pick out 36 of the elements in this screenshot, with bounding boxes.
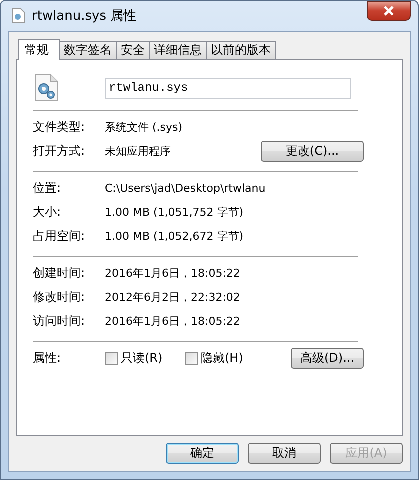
field-label: 属性:: [33, 350, 62, 366]
field-label: 占用空间:: [33, 228, 86, 244]
field-value: 1.00 MB (1,051,752 字节): [105, 204, 245, 220]
field-label: 大小:: [33, 204, 62, 220]
field-label: 位置:: [33, 180, 62, 196]
field-value: 2016年1月6日，18:05:22: [105, 266, 242, 280]
field-value: 1.00 MB (1,052,672 字节): [105, 228, 245, 244]
close-button[interactable]: [367, 1, 411, 21]
field-value: C:\Users\jad\Desktop\rtwlanu: [105, 182, 267, 194]
field-value: 系统文件 (.sys): [105, 120, 184, 134]
field-value: 未知应用程序: [105, 144, 172, 158]
field-label: 修改时间:: [33, 288, 86, 306]
dialog-button[interactable]: 确定: [166, 443, 239, 464]
tab[interactable]: 以前的版本: [206, 41, 276, 59]
checkbox-label: 只读(R): [121, 350, 163, 366]
settings-file-icon: [35, 74, 59, 102]
field-label: 创建时间:: [33, 264, 86, 282]
checkbox[interactable]: [185, 352, 198, 364]
tab[interactable]: 详细信息: [149, 41, 207, 59]
tab[interactable]: 数字签名: [59, 41, 117, 59]
change-button[interactable]: 更改(C)...: [261, 140, 364, 162]
tab[interactable]: 常规: [18, 39, 60, 60]
checkbox-label: 隐藏(H): [201, 350, 244, 366]
window-title: rtwlanu.sys 属性: [32, 8, 138, 25]
field-value: 2012年6月2日，22:32:02: [105, 290, 242, 304]
advanced-button[interactable]: 高级(D)...: [291, 348, 364, 368]
field-label: 文件类型:: [33, 118, 86, 136]
close-icon: [383, 6, 395, 16]
dialog-button[interactable]: 取消: [248, 443, 321, 464]
tab[interactable]: 安全: [116, 41, 150, 59]
file-icon: [12, 8, 26, 24]
field-label: 访问时间:: [33, 312, 86, 330]
checkbox[interactable]: [105, 352, 118, 364]
field-label: 打开方式:: [33, 142, 86, 160]
field-value: 2016年1月6日，18:05:22: [105, 314, 242, 328]
file-name-field[interactable]: rtwlanu.sys: [105, 78, 351, 98]
